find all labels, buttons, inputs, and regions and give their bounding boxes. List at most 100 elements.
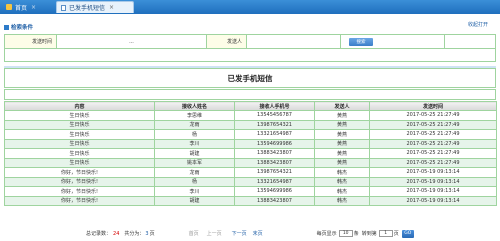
col-header-recipient-name: 接收人姓名 [154, 101, 235, 111]
cell-recipient-name: 胡建 [154, 148, 235, 159]
cell-recipient-name: 龙雨 [154, 167, 235, 178]
cell-sender: 韩杰 [314, 186, 370, 197]
total-records-label: 总记录数： [86, 231, 112, 237]
cell-content: 你好，节日快乐! [4, 195, 155, 206]
goto-page-unit: 页 [393, 231, 399, 237]
sms-table: 内容 接收人姓名 接收人手机号 发送人 发送时间 生日快乐 李思维 135454… [4, 101, 497, 206]
filter-icon [4, 24, 9, 30]
tab-sent-sms[interactable]: 已发手机短信 × [56, 1, 134, 13]
cell-content: 你好，节日快乐! [4, 186, 155, 197]
cell-content: 你好，节日快乐! [4, 176, 155, 187]
close-icon[interactable]: × [31, 4, 36, 11]
filter-title: 检索条件 [11, 25, 34, 31]
cell-recipient-name: 姚本军 [154, 157, 235, 168]
cell-recipient-name: 杨 [154, 176, 235, 187]
last-page-link[interactable]: 末页 [253, 230, 263, 237]
cell-send-time: 2017-05-19 09:13:14 [369, 167, 497, 178]
table-row[interactable]: 你好，节日快乐! 龙雨 13987654321 韩杰 2017-05-19 09… [4, 167, 497, 178]
cell-sender: 黄燕 [314, 148, 370, 159]
table-row[interactable]: 生日快乐 龙雨 13987654321 黄燕 2017-05-25 21:27:… [4, 119, 497, 130]
table-row[interactable]: 你好，节日快乐! 李川 13594699986 韩杰 2017-05-19 09… [4, 186, 497, 197]
collapse-toggle-link[interactable]: 收起打开 [468, 21, 488, 28]
goto-page-input[interactable]: 1 [378, 230, 393, 237]
per-page-input[interactable]: 10 [338, 230, 353, 237]
tab-bar: 首页 × 已发手机短信 × [0, 0, 500, 14]
cell-sender: 黄燕 [314, 119, 370, 130]
cell-sender: 韩杰 [314, 195, 370, 206]
table-row[interactable]: 生日快乐 杨 13321654987 黄燕 2017-05-25 21:27:4… [4, 129, 497, 140]
col-header-send-time: 发送时间 [369, 101, 497, 111]
close-icon[interactable]: × [109, 4, 114, 11]
filter-second-row [5, 49, 495, 63]
table-row[interactable]: 你好，节日快乐! 杨 13321654987 韩杰 2017-05-19 09:… [4, 176, 497, 187]
home-icon [6, 4, 12, 10]
goto-page-label: 转到第 [361, 231, 377, 237]
tab-sent-sms-label: 已发手机短信 [69, 5, 106, 12]
cell-content: 生日快乐 [4, 157, 155, 168]
col-header-content: 内容 [4, 101, 155, 111]
go-button[interactable]: GO [401, 229, 414, 238]
cell-recipient-name: 李思维 [154, 110, 235, 121]
cell-send-time: 2017-05-25 21:27:49 [369, 129, 497, 140]
cell-send-time: 2017-05-25 21:27:49 [369, 119, 497, 130]
table-row[interactable]: 生日快乐 李川 13594699986 黄燕 2017-05-25 21:27:… [4, 138, 497, 149]
sender-label: 发送人 [207, 35, 247, 49]
filter-header: 检索条件 [4, 23, 64, 31]
cell-content: 生日快乐 [4, 138, 155, 149]
table-row[interactable]: 生日快乐 李思维 13545456787 黄燕 2017-05-25 21:27… [4, 110, 497, 121]
cell-recipient-name: 李川 [154, 186, 235, 197]
total-pages-label: 共分为： [124, 231, 145, 237]
cell-content: 生日快乐 [4, 129, 155, 140]
cell-send-time: 2017-05-25 21:27:49 [369, 138, 497, 149]
cell-send-time: 2017-05-25 21:27:49 [369, 157, 497, 168]
cell-recipient-phone: 13883423807 [234, 148, 315, 159]
total-pages-unit: 页 [149, 231, 155, 237]
page-title: 已发手机短信 [4, 68, 496, 88]
cell-recipient-phone: 13883423807 [234, 195, 315, 206]
cell-send-time: 2017-05-19 09:13:14 [369, 195, 497, 206]
cell-send-time: 2017-05-19 09:13:14 [369, 186, 497, 197]
col-header-sender: 发送人 [314, 101, 370, 111]
cell-sender: 黄燕 [314, 129, 370, 140]
cell-send-time: 2017-05-19 09:13:14 [369, 176, 497, 187]
table-header-row: 内容 接收人姓名 接收人手机号 发送人 发送时间 [4, 101, 497, 111]
cell-recipient-name: 胡建 [154, 195, 235, 206]
toolbar-row [4, 89, 496, 100]
cell-send-time: 2017-05-25 21:27:49 [369, 148, 497, 159]
send-time-input[interactable]: ... [57, 35, 207, 49]
cell-sender: 黄燕 [314, 138, 370, 149]
prev-page-link[interactable]: 上一页 [207, 230, 222, 237]
tab-home-label: 首页 [15, 4, 28, 12]
table-row[interactable]: 你好，节日快乐! 胡建 13883423807 韩杰 2017-05-19 09… [4, 195, 497, 206]
cell-recipient-phone: 13987654321 [234, 167, 315, 178]
cell-sender: 黄燕 [314, 110, 370, 121]
tab-home[interactable]: 首页 × [2, 1, 46, 13]
next-page-link[interactable]: 下一页 [232, 230, 247, 237]
cell-recipient-name: 龙雨 [154, 119, 235, 130]
cell-content: 生日快乐 [4, 148, 155, 159]
cell-content: 你好，节日快乐! [4, 167, 155, 178]
sender-input[interactable] [247, 35, 341, 49]
cell-content: 生日快乐 [4, 119, 155, 130]
document-icon [61, 4, 66, 11]
search-cell: 搜索 [341, 35, 445, 49]
filter-form: 发送时间 ... 发送人 搜索 [4, 34, 496, 62]
cell-recipient-phone: 13594699986 [234, 138, 315, 149]
cell-recipient-name: 杨 [154, 129, 235, 140]
cell-sender: 韩杰 [314, 176, 370, 187]
cell-recipient-phone: 13987654321 [234, 119, 315, 130]
total-pages-count: 3 [145, 230, 149, 237]
per-page-unit: 条 [353, 231, 359, 237]
total-records-count: 24 [113, 230, 120, 237]
filter-spacer [445, 35, 495, 49]
search-button[interactable]: 搜索 [349, 38, 373, 46]
cell-sender: 韩杰 [314, 167, 370, 178]
cell-send-time: 2017-05-25 21:27:49 [369, 110, 497, 121]
cell-recipient-phone: 13545456787 [234, 110, 315, 121]
table-row[interactable]: 生日快乐 胡建 13883423807 黄燕 2017-05-25 21:27:… [4, 148, 497, 159]
cell-recipient-phone: 13594699986 [234, 186, 315, 197]
first-page-link[interactable]: 首页 [189, 230, 199, 237]
cell-recipient-phone: 13321654987 [234, 176, 315, 187]
col-header-recipient-phone: 接收人手机号 [234, 101, 315, 111]
table-row[interactable]: 生日快乐 姚本军 13883423807 黄燕 2017-05-25 21:27… [4, 157, 497, 168]
